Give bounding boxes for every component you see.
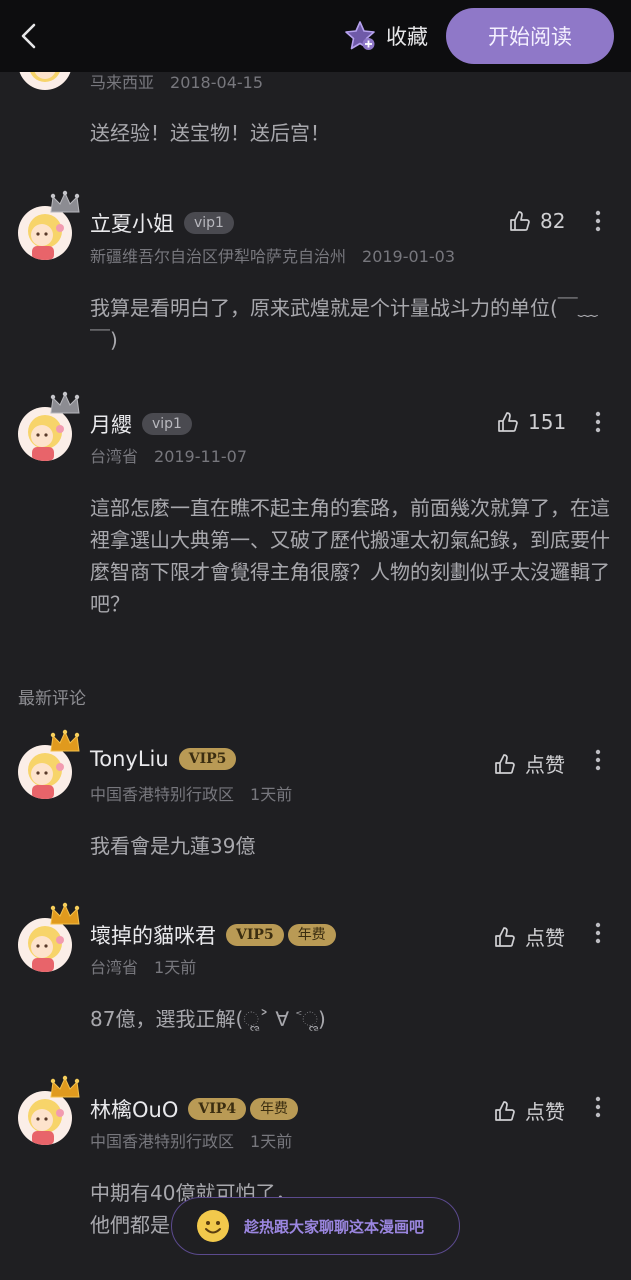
avatar[interactable] xyxy=(18,729,80,799)
username-row: 月纓 vip1 xyxy=(90,409,192,439)
vip-level-badge: VIP4 xyxy=(188,1098,247,1120)
thumbs-up-icon xyxy=(495,753,515,774)
annual-badge: 年费 xyxy=(287,924,336,946)
like-button[interactable]: 点赞 xyxy=(493,922,565,951)
thumbs-up-icon xyxy=(498,412,518,432)
like-button[interactable]: 151 xyxy=(496,410,566,434)
silver-crown-icon xyxy=(50,190,80,213)
gold-crown-icon xyxy=(50,902,80,925)
gold-crown-icon xyxy=(50,1075,80,1098)
annual-badge: 年费 xyxy=(250,1098,299,1120)
avatar[interactable] xyxy=(18,391,80,461)
comment-text: 送经验！送宝物！送后宫！ xyxy=(90,121,330,145)
comment-location: 马来西亚 xyxy=(90,73,155,92)
username[interactable]: 月纓 xyxy=(90,409,132,439)
chat-prompt-button[interactable]: 趁热跟大家聊聊这本漫画吧 xyxy=(171,1197,460,1255)
username[interactable]: 立夏小姐 xyxy=(90,208,174,238)
comment-date: 1天前 xyxy=(154,958,197,977)
favorite-button[interactable]: 收藏 xyxy=(344,18,436,54)
username[interactable]: 壞掉的貓咪君 xyxy=(90,920,216,950)
more-options-icon[interactable] xyxy=(588,209,608,233)
comment-location: 台湾省 xyxy=(90,447,139,466)
more-options-icon[interactable] xyxy=(588,410,608,434)
top-bar: 收藏 开始阅读 xyxy=(0,0,631,72)
like-button[interactable]: 点赞 xyxy=(493,1096,565,1125)
gold-crown-icon xyxy=(50,729,80,752)
username-row: 壞掉的貓咪君 VIP5 年费 xyxy=(90,920,336,950)
vip-badge: vip1 xyxy=(184,212,234,234)
comment-date: 2019-01-03 xyxy=(362,247,455,266)
avatar[interactable] xyxy=(18,902,80,972)
like-label: 点赞 xyxy=(525,1100,565,1124)
comment-meta: 新疆维吾尔自治区伊犁哈萨克自治州 2019-01-03 xyxy=(90,243,455,267)
like-label: 点赞 xyxy=(525,926,565,950)
avatar[interactable] xyxy=(18,190,80,260)
username-row: TonyLiu VIP5 xyxy=(90,747,237,771)
comment-location: 台湾省 xyxy=(90,958,139,977)
username-row: 立夏小姐 vip1 xyxy=(90,208,234,238)
thumbs-up-icon xyxy=(495,1100,515,1121)
username-row: 林檎OuO VIP4 年费 xyxy=(90,1094,299,1124)
like-label: 点赞 xyxy=(525,753,565,777)
chat-prompt-label: 趁热跟大家聊聊这本漫画吧 xyxy=(244,1217,425,1236)
vip-badge: vip1 xyxy=(142,413,192,435)
thumbs-up-icon xyxy=(495,926,515,947)
comment-date: 2018-04-15 xyxy=(170,73,263,92)
like-count: 82 xyxy=(540,209,566,233)
avatar[interactable] xyxy=(18,1075,80,1145)
comment-text: 我看會是九蓮39億 xyxy=(90,834,256,858)
latest-comments-title: 最新评论 xyxy=(18,689,86,709)
username[interactable]: TonyLiu xyxy=(90,747,169,771)
comment-meta: 马来西亚 2018-04-15 xyxy=(90,69,263,93)
comment-date: 2019-11-07 xyxy=(154,447,247,466)
comment-meta: 中国香港特别行政区 1天前 xyxy=(90,1128,292,1152)
back-arrow-icon[interactable] xyxy=(12,18,48,54)
vip-level-badge: VIP5 xyxy=(178,748,237,770)
comment-text: 我算是看明白了，原来武煌就是个计量战斗力的单位(￣﹏￣) xyxy=(90,296,598,352)
comment-meta: 中国香港特别行政区 1天前 xyxy=(90,781,292,805)
more-options-icon[interactable] xyxy=(588,748,608,772)
comment-location: 中国香港特别行政区 xyxy=(90,785,235,804)
comment-date: 1天前 xyxy=(250,785,293,804)
start-reading-button[interactable]: 开始阅读 xyxy=(446,8,614,64)
favorite-label: 收藏 xyxy=(386,25,428,49)
star-add-icon xyxy=(345,21,375,50)
more-options-icon[interactable] xyxy=(588,1095,608,1119)
username[interactable]: 林檎OuO xyxy=(90,1094,178,1124)
like-count: 151 xyxy=(528,410,567,434)
comment-date: 1天前 xyxy=(250,1132,293,1151)
like-button[interactable]: 82 xyxy=(508,209,565,233)
comment-meta: 台湾省 2019-11-07 xyxy=(90,443,247,467)
comment-location: 中国香港特别行政区 xyxy=(90,1132,235,1151)
comment-text: 87億，選我正解(ૢ˃ ∀ ˂ૢ) xyxy=(90,1007,326,1031)
silver-crown-icon xyxy=(50,391,80,414)
smiley-icon xyxy=(197,1210,229,1242)
vip-level-badge: VIP5 xyxy=(226,924,284,946)
comment-location: 新疆维吾尔自治区伊犁哈萨克自治州 xyxy=(90,247,347,266)
more-options-icon[interactable] xyxy=(588,921,608,945)
comment-meta: 台湾省 1天前 xyxy=(90,954,196,978)
thumbs-up-icon xyxy=(510,211,530,231)
like-button[interactable]: 点赞 xyxy=(493,749,565,778)
comment-text: 這部怎麼一直在瞧不起主角的套路，前面幾次就算了，在這裡拿選山大典第一、又破了歷代… xyxy=(90,496,610,616)
